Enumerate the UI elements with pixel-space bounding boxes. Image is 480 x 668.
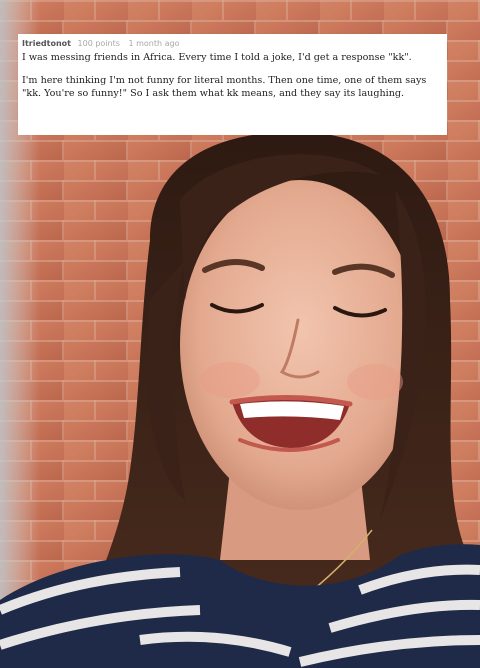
- comment-paragraph-1: I was messing friends in Africa. Every t…: [22, 52, 412, 63]
- comment-meta: Itriedtonot 100 points 1 month ago: [22, 38, 441, 49]
- timestamp: 1 month ago: [128, 39, 180, 48]
- points-count: 100 points: [77, 39, 120, 48]
- comment-paragraph-2: I'm here thinking I'm not funny for lite…: [22, 75, 427, 100]
- username-link[interactable]: Itriedtonot: [22, 39, 71, 48]
- comment-card: Itriedtonot 100 points 1 month ago I was…: [18, 34, 447, 135]
